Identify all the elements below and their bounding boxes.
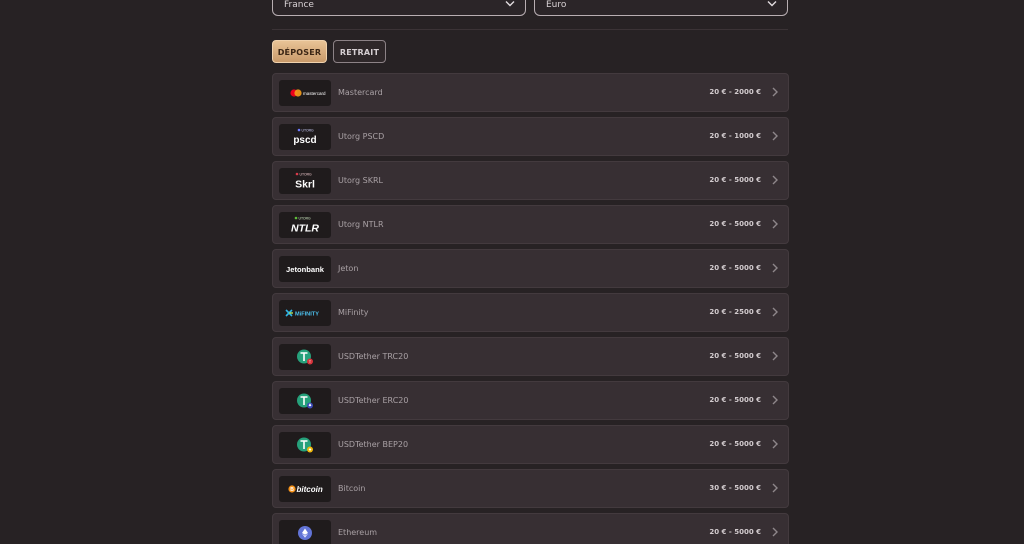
currency-select[interactable]: Euro: [534, 0, 788, 16]
ntlr-logo-text: NTLR: [291, 223, 319, 235]
country-select[interactable]: France: [272, 0, 526, 16]
chevron-down-icon: [505, 1, 515, 7]
chevron-down-icon: [767, 1, 777, 7]
mifinity-logo-text: MiFINITY: [295, 312, 319, 318]
chevron-right-icon: [772, 439, 778, 449]
ntlr-logo-sub: UTORG: [299, 216, 312, 220]
method-name: Bitcoin: [338, 484, 366, 493]
chevron-right-icon: [772, 219, 778, 229]
skrl-logo: UTORG Skrl: [279, 168, 331, 194]
mastercard-logo-text: mastercard: [303, 91, 326, 96]
method-range: 30 € - 5000 €: [709, 484, 761, 492]
method-name: MiFinity: [338, 308, 369, 317]
svg-text:B: B: [290, 487, 294, 493]
method-name: Mastercard: [338, 88, 383, 97]
tab-deposit[interactable]: DÉPOSER: [272, 40, 327, 63]
jeton-logo: Jetonbank: [279, 256, 331, 282]
method-range: 20 € - 2500 €: [709, 308, 761, 316]
payment-method-usdt-trc20[interactable]: T USDTether TRC20 20 € - 5000 €: [272, 337, 789, 376]
chevron-right-icon: [772, 307, 778, 317]
payment-method-mifinity[interactable]: MiFINITY MiFinity 20 € - 2500 €: [272, 293, 789, 332]
method-range: 20 € - 5000 €: [709, 396, 761, 404]
method-name: Ethereum: [338, 528, 378, 537]
chevron-right-icon: [772, 351, 778, 361]
payment-method-jeton[interactable]: Jetonbank Jeton 20 € - 5000 €: [272, 249, 789, 288]
pscd-logo-text: pscd: [293, 135, 316, 146]
method-name: Utorg PSCD: [338, 132, 385, 141]
mastercard-logo: mastercard: [279, 80, 331, 106]
method-name: Utorg SKRL: [338, 176, 383, 185]
mifinity-logo: MiFINITY: [279, 300, 331, 326]
method-range: 20 € - 2000 €: [709, 88, 761, 96]
pscd-logo-sub: UTORG: [302, 128, 315, 132]
payment-methods-page: France Euro DÉPOSER RETRAIT mastercard M…: [0, 0, 1024, 544]
method-range: 20 € - 5000 €: [709, 440, 761, 448]
method-range: 20 € - 5000 €: [709, 528, 761, 536]
divider: [272, 29, 788, 30]
pscd-logo: UTORG pscd: [279, 124, 331, 150]
payment-method-pscd[interactable]: UTORG pscd Utorg PSCD 20 € - 1000 €: [272, 117, 789, 156]
chevron-right-icon: [772, 263, 778, 273]
method-range: 20 € - 5000 €: [709, 176, 761, 184]
tether-bep20-logo: [279, 432, 331, 458]
tether-trc20-logo: T: [279, 344, 331, 370]
tether-erc20-logo: [279, 388, 331, 414]
tab-withdraw[interactable]: RETRAIT: [333, 40, 386, 63]
bitcoin-logo-text: bitcoin: [297, 485, 323, 494]
method-name: USDTether ERC20: [338, 396, 409, 405]
method-range: 20 € - 5000 €: [709, 264, 761, 272]
chevron-right-icon: [772, 175, 778, 185]
filter-selects: France Euro: [272, 0, 788, 18]
method-range: 20 € - 5000 €: [709, 220, 761, 228]
chevron-right-icon: [772, 131, 778, 141]
method-name: Jeton: [338, 264, 359, 273]
payment-method-usdt-bep20[interactable]: USDTether BEP20 20 € - 5000 €: [272, 425, 789, 464]
payment-method-bitcoin[interactable]: B bitcoin Bitcoin 30 € - 5000 €: [272, 469, 789, 508]
method-name: USDTether TRC20: [338, 352, 409, 361]
chevron-right-icon: [772, 87, 778, 97]
bitcoin-logo: B bitcoin: [279, 476, 331, 502]
payment-method-ethereum[interactable]: Ethereum 20 € - 5000 €: [272, 513, 789, 544]
ethereum-logo: [279, 520, 331, 544]
payment-method-ntlr[interactable]: UTORG NTLR Utorg NTLR 20 € - 5000 €: [272, 205, 789, 244]
currency-select-value: Euro: [546, 0, 567, 10]
skrl-logo-text: Skrl: [295, 179, 315, 191]
chevron-right-icon: [772, 395, 778, 405]
country-select-value: France: [284, 0, 314, 10]
chevron-right-icon: [772, 527, 778, 537]
payment-method-usdt-erc20[interactable]: USDTether ERC20 20 € - 5000 €: [272, 381, 789, 420]
payment-method-mastercard[interactable]: mastercard Mastercard 20 € - 2000 €: [272, 73, 789, 112]
skrl-logo-sub: UTORG: [300, 172, 313, 176]
ntlr-logo: UTORG NTLR: [279, 212, 331, 238]
payment-method-skrl[interactable]: UTORG Skrl Utorg SKRL 20 € - 5000 €: [272, 161, 789, 200]
method-range: 20 € - 1000 €: [709, 132, 761, 140]
chevron-right-icon: [772, 483, 778, 493]
jeton-logo-text: Jetonbank: [286, 265, 325, 274]
method-range: 20 € - 5000 €: [709, 352, 761, 360]
method-name: Utorg NTLR: [338, 220, 384, 229]
method-name: USDTether BEP20: [338, 440, 409, 449]
